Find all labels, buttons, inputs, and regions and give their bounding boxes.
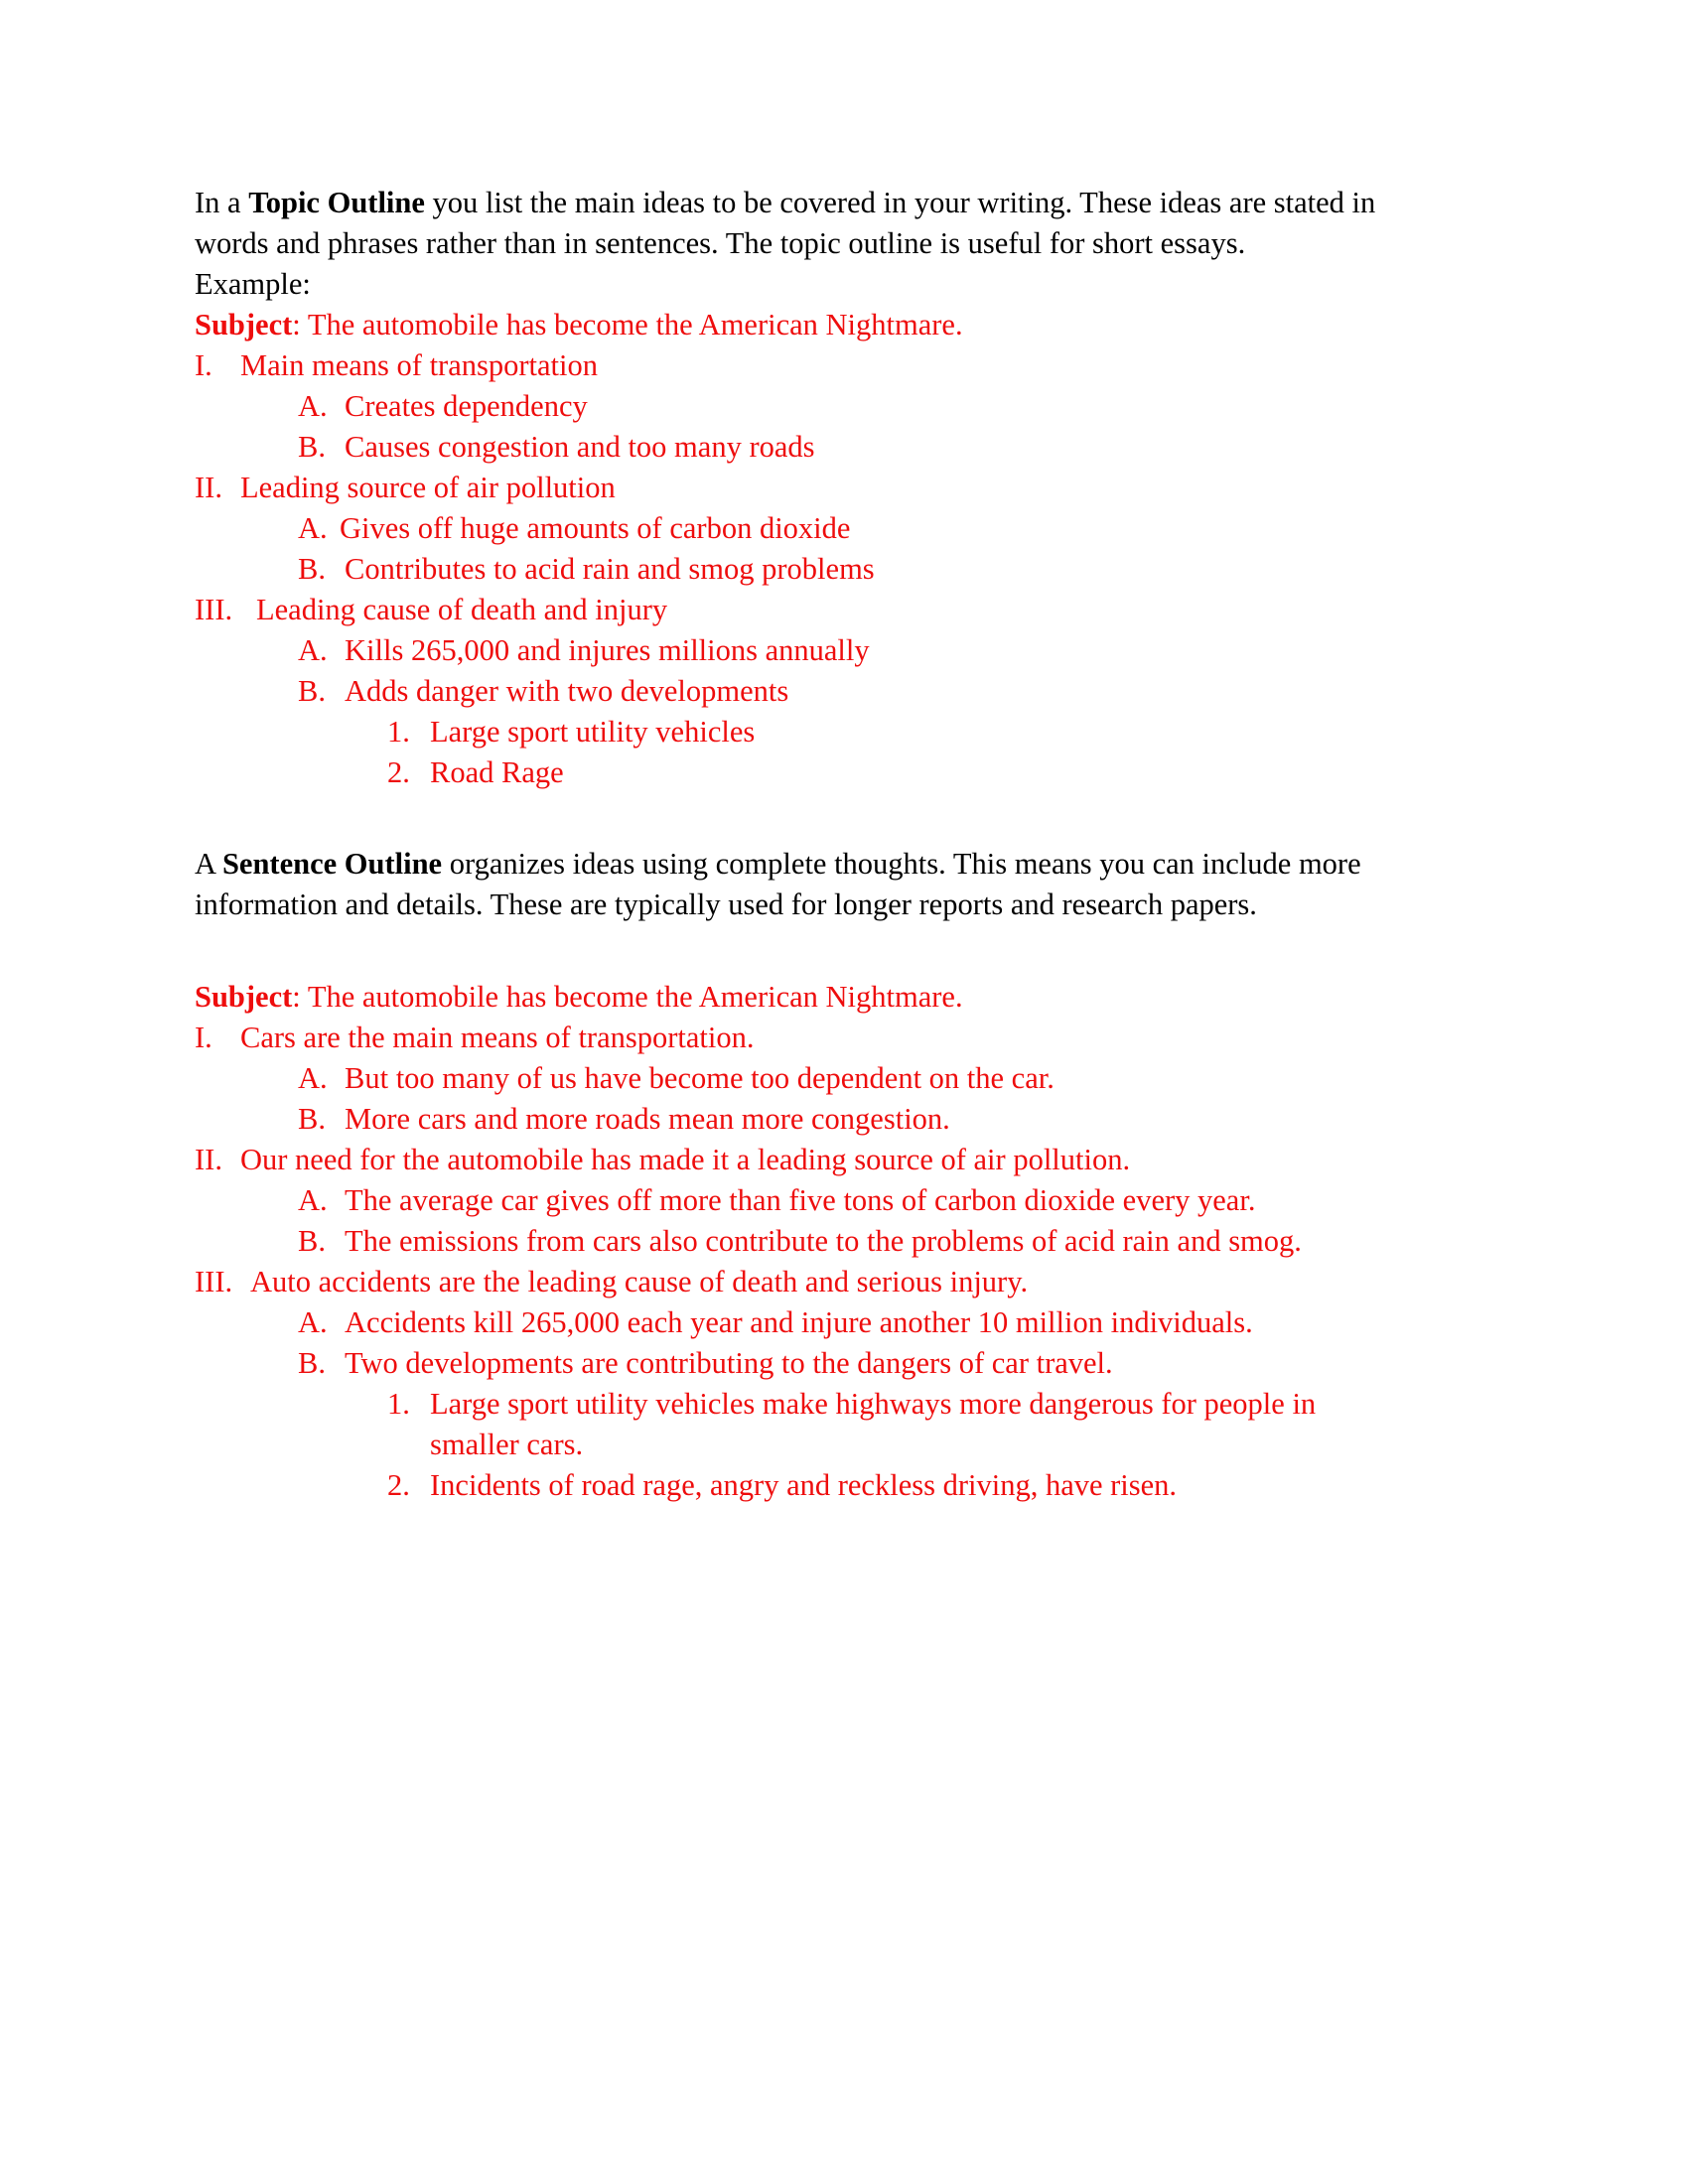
outline-item: B. Adds danger with two developments bbox=[195, 671, 1448, 712]
topic-outline-list: I. Main means of transportation A. Creates… bbox=[195, 345, 1448, 793]
outline-item: 1. Large sport utility vehicles bbox=[195, 712, 1448, 752]
outline-marker: III. bbox=[195, 1265, 233, 1298]
sentence-intro-lead-text: A bbox=[195, 847, 222, 881]
outline-marker: II. bbox=[195, 1143, 222, 1176]
outline-marker: A. bbox=[298, 633, 328, 667]
outline-marker: B. bbox=[298, 430, 326, 464]
outline-item: II. Our need for the automobile has made … bbox=[195, 1140, 1448, 1180]
outline-text: The emissions from cars also contribute … bbox=[345, 1224, 1302, 1258]
outline-marker: 2. bbox=[387, 755, 410, 789]
example-label: Example: bbox=[195, 267, 311, 301]
outline-item: A. The average car gives off more than fi… bbox=[195, 1180, 1448, 1221]
outline-item: 1. Large sport utility vehicles make high… bbox=[195, 1384, 1448, 1465]
outline-marker: 1. bbox=[387, 715, 410, 749]
topic-outline-subject: Subject: The automobile has become the A… bbox=[195, 305, 1448, 345]
topic-outline-term: Topic Outline bbox=[248, 186, 425, 219]
outline-text: But too many of us have become too depen… bbox=[345, 1061, 1055, 1095]
outline-item: B. The emissions from cars also contribut… bbox=[195, 1221, 1448, 1262]
outline-marker: A. bbox=[298, 1183, 328, 1217]
outline-marker: 1. bbox=[387, 1387, 410, 1421]
outline-marker: III. bbox=[195, 593, 233, 626]
outline-marker: B. bbox=[298, 552, 326, 586]
outline-item: II. Leading source of air pollution bbox=[195, 468, 1448, 508]
outline-marker: B. bbox=[298, 674, 326, 708]
outline-text: Kills 265,000 and injures millions annua… bbox=[345, 633, 870, 667]
outline-marker: II. bbox=[195, 471, 222, 504]
outline-marker: B. bbox=[298, 1346, 326, 1380]
outline-marker: B. bbox=[298, 1224, 326, 1258]
outline-text: Causes congestion and too many roads bbox=[345, 430, 815, 464]
subject-label: Subject bbox=[195, 980, 293, 1014]
outline-text: Gives off huge amounts of carbon dioxide bbox=[340, 511, 851, 545]
outline-marker: I. bbox=[195, 1021, 212, 1054]
outline-item: III. Auto accidents are the leading cause… bbox=[195, 1262, 1448, 1302]
sentence-outline-list: I. Cars are the main means of transportat… bbox=[195, 1018, 1448, 1506]
outline-text: Adds danger with two developments bbox=[345, 674, 789, 708]
outline-item: A. Kills 265,000 and injures millions ann… bbox=[195, 630, 1448, 671]
outline-item: A. But too many of us have become too dep… bbox=[195, 1058, 1448, 1099]
outline-item: III. Leading cause of death and injury bbox=[195, 590, 1448, 630]
outline-item: I. Main means of transportation bbox=[195, 345, 1448, 386]
outline-text: Cars are the main means of transportatio… bbox=[240, 1021, 755, 1054]
sentence-outline-intro-paragraph: A Sentence Outline organizes ideas using… bbox=[195, 844, 1448, 925]
subject-statement: : The automobile has become the American… bbox=[292, 980, 963, 1014]
outline-text: Accidents kill 265,000 each year and inj… bbox=[345, 1305, 1253, 1339]
outline-text: Large sport utility vehicles make highwa… bbox=[430, 1387, 1324, 1461]
outline-text: Road Rage bbox=[430, 755, 564, 789]
outline-item: 2. Incidents of road rage, angry and reck… bbox=[195, 1465, 1448, 1506]
outline-marker: 2. bbox=[387, 1468, 410, 1502]
outline-marker: A. bbox=[298, 389, 328, 423]
outline-item: A. Accidents kill 265,000 each year and i… bbox=[195, 1302, 1448, 1343]
outline-item: B. Two developments are contributing to t… bbox=[195, 1343, 1448, 1384]
outline-item: A. Creates dependency bbox=[195, 386, 1448, 427]
outline-marker: B. bbox=[298, 1102, 326, 1136]
outline-text: Large sport utility vehicles bbox=[430, 715, 756, 749]
document-page: In a Topic Outline you list the main ide… bbox=[0, 0, 1688, 2184]
outline-marker: A. bbox=[298, 1061, 328, 1095]
outline-text: Auto accidents are the leading cause of … bbox=[250, 1265, 1029, 1298]
outline-marker: A. bbox=[298, 511, 328, 545]
outline-item: B. Causes congestion and too many roads bbox=[195, 427, 1448, 468]
subject-statement: : The automobile has become the American… bbox=[292, 308, 963, 341]
topic-outline-intro-paragraph: In a Topic Outline you list the main ide… bbox=[195, 183, 1448, 264]
document-body: In a Topic Outline you list the main ide… bbox=[195, 183, 1448, 1506]
outline-text: Leading cause of death and injury bbox=[256, 593, 668, 626]
outline-item: B. Contributes to acid rain and smog prob… bbox=[195, 549, 1448, 590]
outline-item: 2. Road Rage bbox=[195, 752, 1448, 793]
intro-lead-text: In a bbox=[195, 186, 249, 219]
outline-item: I. Cars are the main means of transportat… bbox=[195, 1018, 1448, 1058]
outline-text: More cars and more roads mean more conge… bbox=[345, 1102, 950, 1136]
outline-item: A. Gives off huge amounts of carbon dioxi… bbox=[195, 508, 1448, 549]
outline-marker: I. bbox=[195, 348, 212, 382]
outline-text: Incidents of road rage, angry and reckle… bbox=[430, 1468, 1178, 1502]
outline-text: Two developments are contributing to the… bbox=[345, 1346, 1113, 1380]
outline-marker: A. bbox=[298, 1305, 328, 1339]
outline-text: Our need for the automobile has made it … bbox=[240, 1143, 1131, 1176]
outline-item: B. More cars and more roads mean more con… bbox=[195, 1099, 1448, 1140]
sentence-outline-term: Sentence Outline bbox=[221, 847, 443, 881]
subject-label: Subject bbox=[195, 308, 293, 341]
outline-text: The average car gives off more than five… bbox=[345, 1183, 1256, 1217]
outline-text: Creates dependency bbox=[345, 389, 588, 423]
outline-text: Main means of transportation bbox=[240, 348, 598, 382]
sentence-outline-subject: Subject: The automobile has become the A… bbox=[195, 977, 1448, 1018]
outline-text: Leading source of air pollution bbox=[240, 471, 616, 504]
outline-text: Contributes to acid rain and smog proble… bbox=[345, 552, 875, 586]
